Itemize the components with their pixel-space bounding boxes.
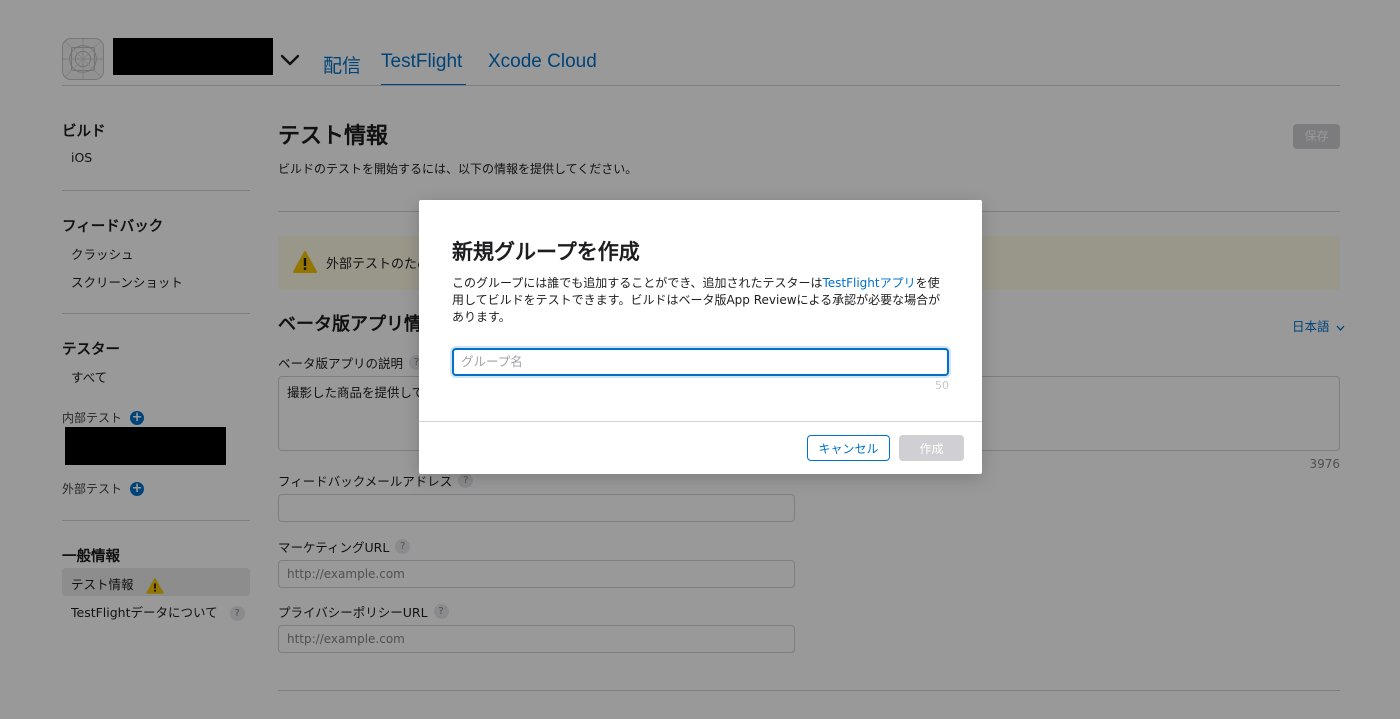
page: 配信 TestFlight Xcode Cloud ビルド iOS フィードバッ… bbox=[0, 0, 1400, 719]
create-group-modal: 新規グループを作成 このグループには誰でも追加することができ、追加されたテスター… bbox=[419, 200, 982, 474]
description-text: このグループには誰でも追加することができ、追加されたテスターは bbox=[452, 276, 823, 290]
modal-title: 新規グループを作成 bbox=[452, 241, 640, 264]
create-button[interactable]: 作成 bbox=[899, 435, 964, 461]
modal-divider bbox=[419, 421, 982, 422]
group-name-input[interactable] bbox=[452, 348, 949, 376]
testflight-app-link[interactable]: TestFlightアプリ bbox=[822, 276, 915, 290]
cancel-button[interactable]: キャンセル bbox=[807, 435, 890, 461]
group-name-char-limit: 50 bbox=[935, 379, 949, 392]
modal-description: このグループには誰でも追加することができ、追加されたテスターはTestFligh… bbox=[452, 275, 949, 326]
